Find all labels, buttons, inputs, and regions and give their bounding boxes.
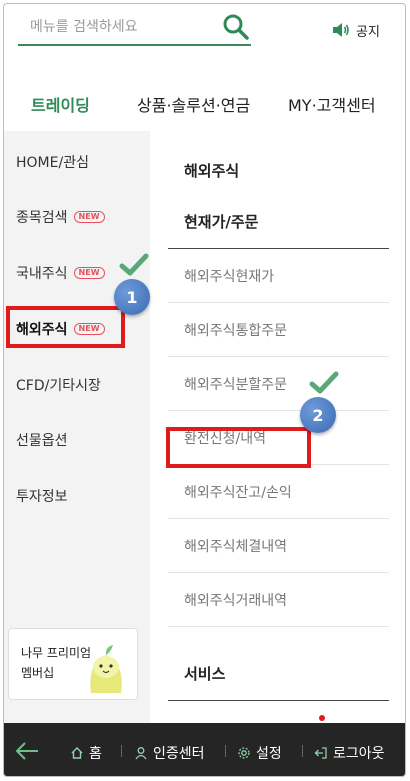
sidebar-item-stock-search[interactable]: 종목검색 NEW [16, 207, 105, 227]
separator [225, 745, 226, 757]
main-tabs: 트레이딩 상품·솔루션·연금 MY·고객센터 [4, 82, 405, 128]
sidebar-item-investment-info[interactable]: 투자정보 [16, 486, 68, 506]
tab-products[interactable]: 상품·솔루션·연금 [137, 92, 250, 116]
logout-icon [314, 747, 327, 759]
menu-item-transactions[interactable]: 해외주식거래내역 [168, 573, 389, 627]
sidebar-item-label: HOME/관심 [16, 155, 89, 171]
auth-center-label: 인증센터 [153, 746, 205, 762]
menu-item-overseas-quote[interactable]: 해외주식현재가 [168, 249, 389, 303]
header: 공지 [4, 4, 405, 60]
gear-icon [238, 747, 250, 759]
check-icon [309, 371, 339, 394]
search-icon[interactable] [221, 12, 251, 42]
notification-dot [319, 715, 325, 721]
services-divider [168, 700, 389, 701]
home-label: 홈 [89, 746, 102, 762]
check-icon [119, 253, 149, 276]
menu-item-label: 해외주식잔고/손익 [184, 484, 292, 501]
menu-item-integrated-order[interactable]: 해외주식통합주문 [168, 303, 389, 357]
sidebar-item-label: 선물옵션 [16, 433, 68, 449]
settings-label: 설정 [256, 746, 282, 762]
sidebar-item-label: CFD/기타시장 [16, 378, 101, 394]
user-icon [135, 747, 147, 760]
search-input[interactable] [30, 14, 220, 40]
speaker-icon [333, 23, 349, 37]
menu-item-executions[interactable]: 해외주식체결내역 [168, 519, 389, 573]
menu-item-label: 해외주식분할주문 [184, 376, 288, 393]
menu-item-split-order[interactable]: 해외주식분할주문 [168, 357, 389, 411]
logout-button[interactable]: 로그아웃 [314, 743, 385, 763]
search-box[interactable] [18, 10, 251, 46]
settings-button[interactable]: 설정 [237, 743, 282, 763]
sidebar-item-futures[interactable]: 선물옵션 [16, 430, 68, 450]
home-button[interactable]: 홈 [70, 743, 102, 763]
tab-trading[interactable]: 트레이딩 [31, 92, 90, 116]
menu-item-balance[interactable]: 해외주식잔고/손익 [168, 465, 389, 519]
tab-my-customer[interactable]: MY·고객센터 [288, 92, 376, 116]
sidebar: HOME/관심 종목검색 NEW 국내주식 NEW 해외주식 NEW CFD/기… [4, 131, 150, 723]
highlight-exchange [166, 427, 311, 468]
menu-item-label: 해외주식통합주문 [184, 322, 288, 339]
premium-membership-banner[interactable]: 나무 프리미엄 멤버십 [8, 628, 138, 700]
group-title: 현재가/주문 [184, 213, 259, 231]
menu-item-label: 해외주식체결내역 [184, 538, 288, 555]
sidebar-item-label: 종목검색 [16, 210, 68, 226]
sidebar-item-domestic[interactable]: 국내주식 NEW [16, 263, 105, 283]
mascot-icon [90, 645, 122, 693]
services-title: 서비스 [184, 665, 226, 683]
logout-label: 로그아웃 [333, 746, 385, 762]
menu-item-label: 해외주식거래내역 [184, 592, 288, 609]
bottom-bar: 홈 인증센터 설정 로그아웃 [4, 723, 405, 776]
back-arrow-icon[interactable] [14, 741, 40, 761]
new-badge: NEW [73, 267, 105, 279]
notice-button[interactable]: 공지 [332, 20, 380, 40]
app-frame: 공지 트레이딩 상품·솔루션·연금 MY·고객센터 HOME/관심 종목검색 N… [3, 3, 406, 777]
sidebar-item-home[interactable]: HOME/관심 [16, 152, 89, 172]
sidebar-item-label: 투자정보 [16, 489, 68, 505]
home-icon [71, 747, 83, 759]
step-marker-2: 2 [300, 397, 336, 433]
separator [121, 745, 122, 757]
content-header: 해외주식 [184, 162, 240, 180]
step-marker-1: 1 [114, 279, 150, 315]
notice-label: 공지 [356, 24, 380, 40]
highlight-overseas-stock [6, 306, 125, 348]
promo-text: 나무 프리미엄 멤버십 [21, 646, 92, 680]
separator [302, 745, 303, 757]
new-badge: NEW [73, 211, 105, 223]
auth-center-button[interactable]: 인증센터 [134, 743, 205, 763]
sidebar-item-label: 국내주식 [16, 266, 68, 282]
sidebar-item-cfd[interactable]: CFD/기타시장 [16, 375, 101, 395]
menu-item-label: 해외주식현재가 [184, 268, 275, 285]
